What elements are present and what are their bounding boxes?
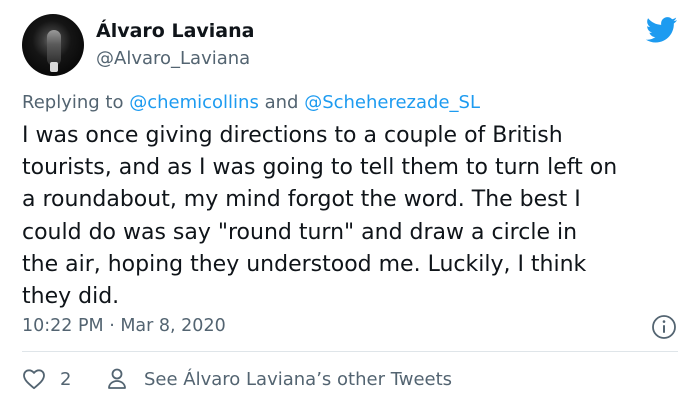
mention-link-scheherezade[interactable]: @Scheherezade_SL — [304, 92, 480, 113]
divider — [22, 351, 678, 352]
person-icon — [108, 368, 126, 389]
reply-prefix: Replying to — [22, 92, 124, 113]
other-tweets-label: See Álvaro Laviana’s other Tweets — [144, 368, 453, 390]
author-name[interactable]: Álvaro Laviana — [96, 20, 254, 42]
like-count: 2 — [60, 368, 72, 390]
twitter-bird-icon[interactable] — [646, 17, 678, 43]
reply-context: Replying to @chemicollins and @Scheherez… — [22, 92, 480, 113]
avatar-figure — [47, 30, 61, 66]
tweet-timestamp[interactable]: 10:22 PM · Mar 8, 2020 — [22, 316, 226, 336]
mention-link-chemicollins[interactable]: @chemicollins — [129, 92, 259, 113]
like-button[interactable]: 2 — [22, 366, 71, 392]
avatar-stand — [50, 62, 58, 72]
reply-joiner: and — [264, 92, 299, 113]
author-handle[interactable]: @Alvaro_Laviana — [96, 48, 250, 69]
tweet-text: I was once giving directions to a couple… — [22, 123, 618, 310]
other-tweets-link[interactable]: See Álvaro Laviana’s other Tweets — [106, 366, 452, 392]
avatar[interactable] — [22, 14, 84, 76]
info-icon[interactable] — [651, 314, 677, 340]
tweet-card: Álvaro Laviana @Alvaro_Laviana Replying … — [0, 0, 700, 406]
heart-icon — [23, 369, 45, 390]
